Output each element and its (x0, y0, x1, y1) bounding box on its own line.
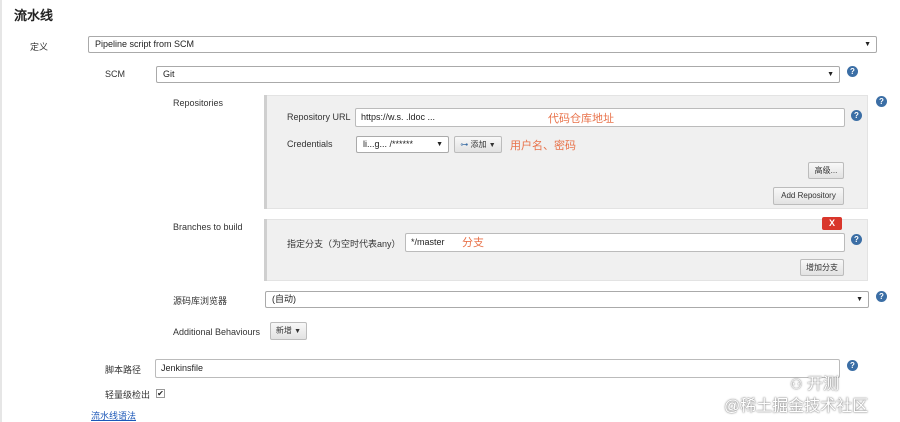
branches-panel-bar (264, 219, 267, 281)
branch-spec-annotation: 分支 (462, 237, 484, 249)
wechat-icon: ⚇ (790, 376, 803, 392)
credentials-label: Credentials (287, 139, 333, 149)
branches-label: Branches to build (173, 222, 243, 232)
definition-value: Pipeline script from SCM (95, 39, 195, 49)
caret-down-icon: ▼ (488, 142, 496, 149)
additional-behaviours-label: Additional Behaviours (173, 327, 261, 337)
repositories-label: Repositories (173, 98, 224, 108)
help-icon[interactable]: ? (847, 360, 858, 371)
key-icon: ⊶ (460, 140, 469, 149)
left-separator (0, 0, 2, 422)
credentials-select[interactable]: li...g... /****** ▼ (356, 136, 449, 153)
scm-value: Git (163, 69, 175, 79)
script-path-value: Jenkinsfile (161, 363, 204, 373)
repository-url-value: https://w.s. .ldoc ... (361, 112, 436, 122)
add-credentials-label: 添加 (470, 140, 487, 149)
help-icon[interactable]: ? (851, 234, 862, 245)
script-path-label: 脚本路径 (105, 365, 142, 375)
repositories-panel-bar (264, 95, 267, 209)
definition-label: 定义 (30, 42, 49, 52)
add-behaviour-button[interactable]: 新增 ▼ (270, 322, 307, 340)
help-icon[interactable]: ? (876, 96, 887, 107)
repository-browser-value: (自动) (272, 294, 296, 304)
lightweight-checkout-checkbox[interactable]: ✔ (156, 389, 165, 398)
add-repository-button[interactable]: Add Repository (773, 187, 844, 205)
script-path-input[interactable]: Jenkinsfile (155, 359, 840, 378)
lightweight-checkout-label: 轻量级检出 (105, 390, 151, 400)
help-icon[interactable]: ? (876, 291, 887, 302)
branch-spec-label: 指定分支（为空时代表any） (287, 239, 401, 249)
watermark-text-1: 开测 (807, 376, 840, 393)
chevron-down-icon: ▼ (856, 296, 863, 303)
chevron-down-icon: ▼ (864, 41, 871, 48)
credentials-annotation: 用户名、密码 (510, 140, 576, 152)
section-title: 流水线 (14, 8, 54, 23)
watermark-line1: ⚇ 开测 (790, 370, 839, 394)
help-icon[interactable]: ? (847, 66, 858, 77)
chevron-down-icon: ▼ (436, 141, 443, 148)
repository-url-label: Repository URL (287, 112, 351, 122)
watermark-line2: @稀土掘金技术社区 (724, 398, 869, 415)
add-credentials-button[interactable]: ⊶ 添加 ▼ (454, 136, 502, 153)
credentials-value: li...g... /****** (363, 139, 414, 149)
repository-browser-select[interactable]: (自动) ▼ (265, 291, 869, 308)
repository-url-annotation: 代码仓库地址 (548, 113, 614, 125)
help-icon[interactable]: ? (851, 110, 862, 121)
advanced-button[interactable]: 高级... (808, 162, 844, 179)
delete-branch-button[interactable]: X (822, 217, 842, 230)
add-branch-button[interactable]: 增加分支 (800, 259, 844, 276)
scm-label: SCM (105, 69, 125, 79)
caret-down-icon: ▼ (294, 328, 302, 335)
branch-spec-value: */master (411, 237, 445, 247)
repository-browser-label: 源码库浏览器 (173, 296, 228, 306)
definition-select[interactable]: Pipeline script from SCM ▼ (88, 36, 877, 53)
pipeline-syntax-link[interactable]: 流水线语法 (91, 409, 136, 422)
add-behaviour-label: 新增 (275, 326, 292, 335)
chevron-down-icon: ▼ (827, 71, 834, 78)
scm-select[interactable]: Git ▼ (156, 66, 840, 83)
